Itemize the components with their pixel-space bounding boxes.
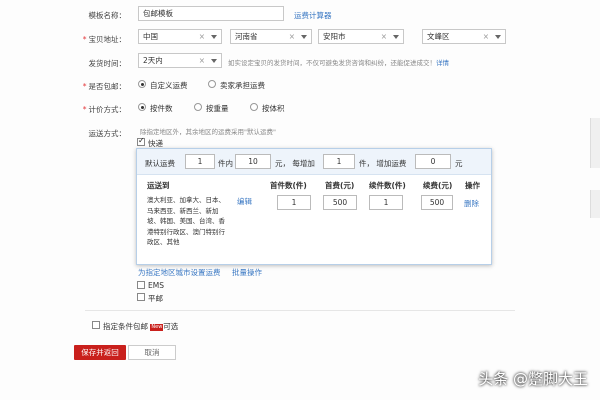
clear-icon[interactable]: × (199, 30, 205, 43)
batch-operation-link[interactable]: 批量操作 (232, 267, 262, 278)
free-shipping-label: * 是否包邮： (83, 81, 126, 92)
details-link[interactable]: 详情 (436, 59, 449, 67)
default-freight-label: 默认运费 (145, 159, 175, 168)
clear-icon[interactable]: × (381, 30, 387, 43)
by-volume-radio[interactable] (250, 103, 258, 111)
region-line: 政区、其他 (147, 238, 180, 246)
required-mark: * (82, 105, 87, 114)
unit-add-text: 元， 每增加 (275, 159, 315, 168)
conditional-free-label: 指定条件包邮 New可选 (103, 321, 178, 332)
clear-icon[interactable]: × (289, 30, 295, 43)
ship-time-label: 发货时间： (88, 59, 127, 68)
province-select[interactable]: 河南省 × (230, 29, 312, 44)
chevron-down-icon (495, 35, 501, 39)
ship-time-hint-text: 如实设定宝贝的发货时间，不仅可避免发货咨询和纠纷，还能促进成交！ (228, 59, 436, 67)
side-panel-edge (590, 118, 600, 168)
default-add-qty-input[interactable]: 1 (323, 154, 355, 169)
row-add-fee-input[interactable]: 500 (421, 195, 453, 210)
methods-hint: 除指定地区外，其余地区的运费采用"默认运费" (140, 128, 276, 136)
add-unit-text: 件， 增加运费 (359, 159, 407, 168)
express-checkbox[interactable] (137, 136, 145, 146)
district-select[interactable]: 文峰区 × (422, 29, 506, 44)
yuan-text: 元 (455, 159, 463, 168)
optional-text: 可选 (163, 322, 179, 331)
col-first-qty: 首件数(件) (270, 181, 307, 190)
col-add-fee: 续费(元) (423, 181, 453, 190)
by-count-label: 按件数 (150, 104, 173, 113)
clear-icon[interactable]: × (483, 30, 489, 43)
chevron-down-icon (211, 35, 217, 39)
divider (85, 310, 515, 311)
methods-label: 运送方式： (88, 129, 127, 138)
region-line: 港特别行政区、澳门特别行 (147, 227, 225, 236)
first-unit-text: 件内 (218, 159, 233, 168)
side-panel-edge (590, 190, 600, 218)
col-destination: 运送到 (147, 181, 170, 190)
edit-regions-link[interactable]: 编辑 (237, 196, 252, 207)
city-select[interactable]: 安阳市 × (318, 29, 404, 44)
required-mark: * (82, 82, 87, 91)
watermark: 头条 @蹩脚大王 (478, 370, 588, 388)
express-panel: 默认运费 1 件内 10 元， 每增加 1 件， 增加运费 0 元 运送到 首件… (136, 148, 492, 265)
ems-label: EMS (148, 281, 164, 290)
default-first-qty-input[interactable]: 1 (185, 154, 215, 169)
ship-time-hint: 如实设定宝贝的发货时间，不仅可避免发货咨询和纠纷，还能促进成交！详情 (228, 57, 449, 67)
save-and-return-button[interactable]: 保存并返回 (74, 345, 126, 360)
seller-pays-radio[interactable] (208, 80, 216, 88)
ems-checkbox[interactable] (137, 281, 145, 289)
chevron-down-icon (301, 35, 307, 39)
ship-time-value: 2天内 (143, 56, 163, 65)
pricing-label-text: 计价方式： (88, 105, 127, 114)
by-volume-label: 按体积 (262, 104, 285, 113)
required-mark: * (82, 35, 87, 44)
template-name-input[interactable]: 包邮模板 (138, 6, 284, 21)
row-first-qty-input[interactable]: 1 (277, 195, 311, 210)
origin-label-text: 宝贝地址： (88, 35, 127, 44)
conditional-free-text: 指定条件包邮 (103, 322, 148, 331)
col-action: 操作 (465, 181, 480, 190)
origin-label: * 宝贝地址： (83, 34, 126, 45)
region-line: 马来西亚、新西兰、新加 (147, 206, 219, 215)
by-weight-radio[interactable] (194, 103, 202, 111)
default-first-fee-input[interactable]: 10 (235, 154, 271, 169)
city-value: 安阳市 (323, 32, 346, 41)
col-add-qty: 续件数(件) (369, 181, 406, 190)
district-value: 文峰区 (427, 32, 450, 41)
by-count-radio[interactable] (138, 103, 146, 111)
col-first-fee: 首费(元) (325, 181, 355, 190)
table-row-regions: 澳大利亚、加拿大、日本、 马来西亚、新西兰、新加 坡、韩国、美国、台湾、香 港特… (147, 195, 225, 248)
by-weight-label: 按重量 (206, 104, 229, 113)
set-region-freight-link[interactable]: 为指定地区城市设置运费 (138, 267, 221, 278)
clear-icon[interactable]: × (199, 54, 205, 67)
ship-time-select[interactable]: 2天内 × (138, 53, 222, 68)
custom-freight-radio[interactable] (138, 80, 146, 88)
surface-mail-checkbox[interactable] (137, 293, 145, 301)
new-badge: New (150, 324, 164, 331)
template-name-label: 模板名称： (88, 11, 127, 20)
chevron-down-icon (211, 59, 217, 63)
surface-mail-label: 平邮 (148, 294, 163, 303)
default-add-fee-input[interactable]: 0 (415, 154, 451, 169)
province-value: 河南省 (235, 32, 258, 41)
country-select[interactable]: 中国 × (138, 29, 222, 44)
freight-calculator-link[interactable]: 运费计算器 (294, 10, 332, 21)
free-shipping-label-text: 是否包邮： (88, 82, 127, 91)
region-line: 坡、韩国、美国、台湾、香 (147, 217, 225, 225)
row-add-qty-input[interactable]: 1 (369, 195, 403, 210)
country-value: 中国 (143, 32, 158, 41)
seller-pays-label: 卖家承担运费 (220, 81, 265, 90)
chevron-down-icon (393, 35, 399, 39)
region-line: 澳大利亚、加拿大、日本、 (147, 196, 225, 204)
conditional-free-checkbox[interactable] (92, 321, 100, 329)
pricing-label: * 计价方式： (83, 104, 126, 115)
custom-freight-label: 自定义运费 (150, 81, 188, 90)
delete-row-link[interactable]: 删除 (464, 198, 479, 209)
row-first-fee-input[interactable]: 500 (323, 195, 357, 210)
cancel-button[interactable]: 取消 (128, 345, 176, 360)
